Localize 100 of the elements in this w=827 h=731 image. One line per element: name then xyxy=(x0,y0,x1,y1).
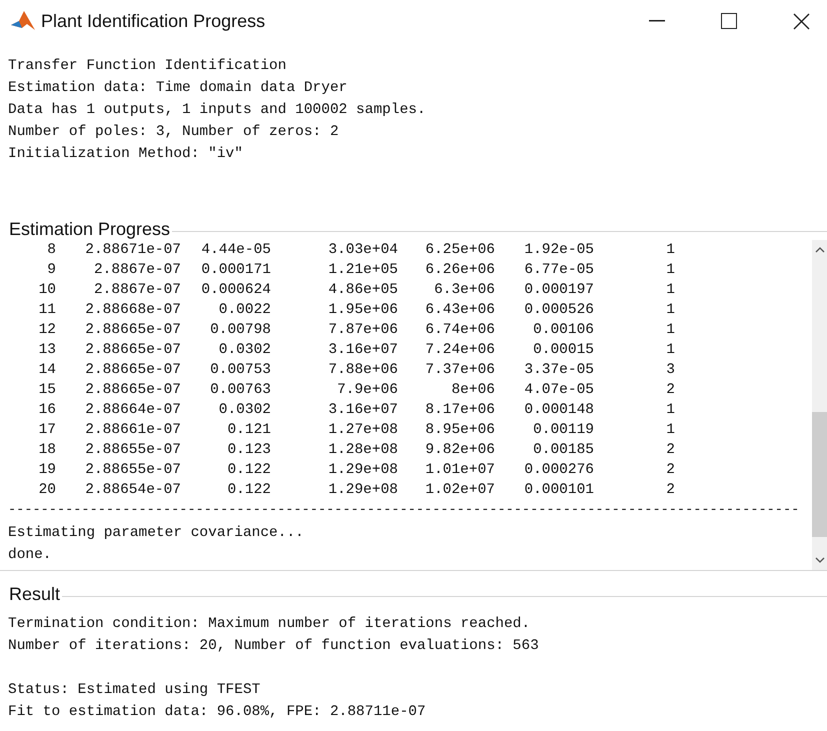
table-cell-text: 9.82e+06 xyxy=(424,441,495,460)
table-cell-text: 0.123 xyxy=(226,441,271,460)
table-cell-text: 2.8867e-07 xyxy=(92,261,181,280)
table-cell-text: 0.000101 xyxy=(523,481,594,500)
table-cell-text: 4.44e-05 xyxy=(200,241,271,260)
table-cell-text: 0.000171 xyxy=(200,261,271,280)
table-cell-text: 0.00763 xyxy=(209,381,271,400)
table-cell-text: 0.000148 xyxy=(523,401,594,420)
table-cell-text: 3 xyxy=(665,361,675,380)
table-cell-text: 19 xyxy=(38,461,56,480)
group-title: Estimation Progress xyxy=(8,218,172,240)
result-line: Number of iterations: 20, Number of function evaluations: 563 xyxy=(8,637,540,656)
table-cell-text: 8.95e+06 xyxy=(424,421,495,440)
table-cell-text: 0.122 xyxy=(226,461,271,480)
table-cell-text: 0.0022 xyxy=(218,301,271,320)
table-cell-text: 0.00753 xyxy=(209,361,271,380)
table-cell-text: 11 xyxy=(38,301,56,320)
table-cell-text: 4.86e+05 xyxy=(327,281,398,300)
table-cell-text: 1.02e+07 xyxy=(424,481,495,500)
table-cell-text: 7.24e+06 xyxy=(424,341,495,360)
info-line: Transfer Function Identification xyxy=(8,57,288,76)
table-cell-text: 7.37e+06 xyxy=(424,361,495,380)
table-cell-text: 7.9e+06 xyxy=(336,381,398,400)
table-cell-text: 8 xyxy=(46,241,56,260)
table-cell-text: 13 xyxy=(38,341,56,360)
table-cell-text: 1 xyxy=(665,321,675,340)
table-cell-text: 2.88661e-07 xyxy=(84,421,181,440)
table-cell-text: 2.88655e-07 xyxy=(84,461,181,480)
table-cell-text: 1 xyxy=(665,261,675,280)
info-line: Data has 1 outputs, 1 inputs and 100002 samples. xyxy=(8,101,427,120)
table-cell-text: 1.92e-05 xyxy=(523,241,594,260)
table-cell-text: 0.00185 xyxy=(532,441,594,460)
separator-line: ------------------------------------------------------------------------------------------------- xyxy=(7,502,800,520)
table-cell-text: 1 xyxy=(665,341,675,360)
table-cell-text: 0.121 xyxy=(226,421,271,440)
table-cell-text: 2.88654e-07 xyxy=(84,481,181,500)
table-cell-text: 0.122 xyxy=(226,481,271,500)
info-line: Initialization Method: "iv" xyxy=(8,145,244,164)
group-title: Result xyxy=(8,583,62,605)
log-line: done. xyxy=(7,546,53,565)
table-cell-text: 0.000526 xyxy=(523,301,594,320)
table-cell-text: 1.28e+08 xyxy=(327,441,398,460)
table-cell-text: 8e+06 xyxy=(450,381,495,400)
table-cell-text: 3.03e+04 xyxy=(327,241,398,260)
table-cell-text: 0.0302 xyxy=(218,401,271,420)
table-cell-text: 12 xyxy=(38,321,56,340)
log-line: Estimating parameter covariance... xyxy=(7,524,305,543)
table-cell-text: 4.07e-05 xyxy=(523,381,594,400)
table-cell-text: 2 xyxy=(665,441,675,460)
result-line: Termination condition: Maximum number of iterations reached. xyxy=(8,615,532,634)
table-cell-text: 16 xyxy=(38,401,56,420)
table-cell-text: 7.87e+06 xyxy=(327,321,398,340)
table-cell-text: 6.25e+06 xyxy=(424,241,495,260)
table-cell-text: 1.95e+06 xyxy=(327,301,398,320)
table-cell-text: 2 xyxy=(665,461,675,480)
table-cell-text: 2.88655e-07 xyxy=(84,441,181,460)
table-cell-text: 2.88665e-07 xyxy=(84,321,181,340)
close-icon xyxy=(792,12,810,30)
table-cell-text: 0.0302 xyxy=(218,341,271,360)
table-cell-text: 0.00798 xyxy=(209,321,271,340)
table-cell-text: 2.88671e-07 xyxy=(84,241,181,260)
table-cell-text: 0.00015 xyxy=(532,341,594,360)
table-cell-text: 1.29e+08 xyxy=(327,461,398,480)
table-cell-text: 1 xyxy=(665,281,675,300)
table-cell-text: 1.01e+07 xyxy=(424,461,495,480)
app-logo-icon xyxy=(10,10,36,32)
table-cell-text: 2 xyxy=(665,481,675,500)
scrollbar[interactable] xyxy=(812,240,827,570)
table-cell-text: 7.88e+06 xyxy=(327,361,398,380)
table-cell-text: 2 xyxy=(665,381,675,400)
table-cell-text: 0.000276 xyxy=(523,461,594,480)
table-cell-text: 2.8867e-07 xyxy=(92,281,181,300)
table-cell-text: 0.00119 xyxy=(532,421,594,440)
result-line: Fit to estimation data: 96.08%, FPE: 2.88711e-07 xyxy=(8,703,427,722)
window-title: Plant Identification Progress xyxy=(41,10,266,33)
table-cell-text: 1 xyxy=(665,301,675,320)
table-cell-text: 6.43e+06 xyxy=(424,301,495,320)
table-cell-text: 20 xyxy=(38,481,56,500)
table-cell-text: 6.26e+06 xyxy=(424,261,495,280)
table-cell-text: 3.16e+07 xyxy=(327,341,398,360)
table-cell-text: 10 xyxy=(38,281,56,300)
table-cell-text: 15 xyxy=(38,381,56,400)
info-line: Number of poles: 3, Number of zeros: 2 xyxy=(8,123,340,142)
table-cell-text: 1.21e+05 xyxy=(327,261,398,280)
info-line: Estimation data: Time domain data Dryer xyxy=(8,79,348,98)
table-cell-text: 1.27e+08 xyxy=(327,421,398,440)
table-cell-text: 2.88665e-07 xyxy=(84,341,181,360)
table-cell-text: 1 xyxy=(665,241,675,260)
scroll-down-icon xyxy=(814,557,824,564)
table-cell-text: 1 xyxy=(665,401,675,420)
table-cell-text: 6.3e+06 xyxy=(433,281,495,300)
table-cell-text: 1 xyxy=(665,421,675,440)
table-cell-text: 2.88664e-07 xyxy=(84,401,181,420)
table-cell-text: 2.88668e-07 xyxy=(84,301,181,320)
table-cell-text: 0.000197 xyxy=(523,281,594,300)
result-line: Status: Estimated using TFEST xyxy=(8,681,262,700)
scrollbar-thumb[interactable] xyxy=(812,412,827,537)
table-cell-text: 6.77e-05 xyxy=(523,261,594,280)
minimize-icon xyxy=(649,20,665,22)
table-cell-text: 2.88665e-07 xyxy=(84,381,181,400)
